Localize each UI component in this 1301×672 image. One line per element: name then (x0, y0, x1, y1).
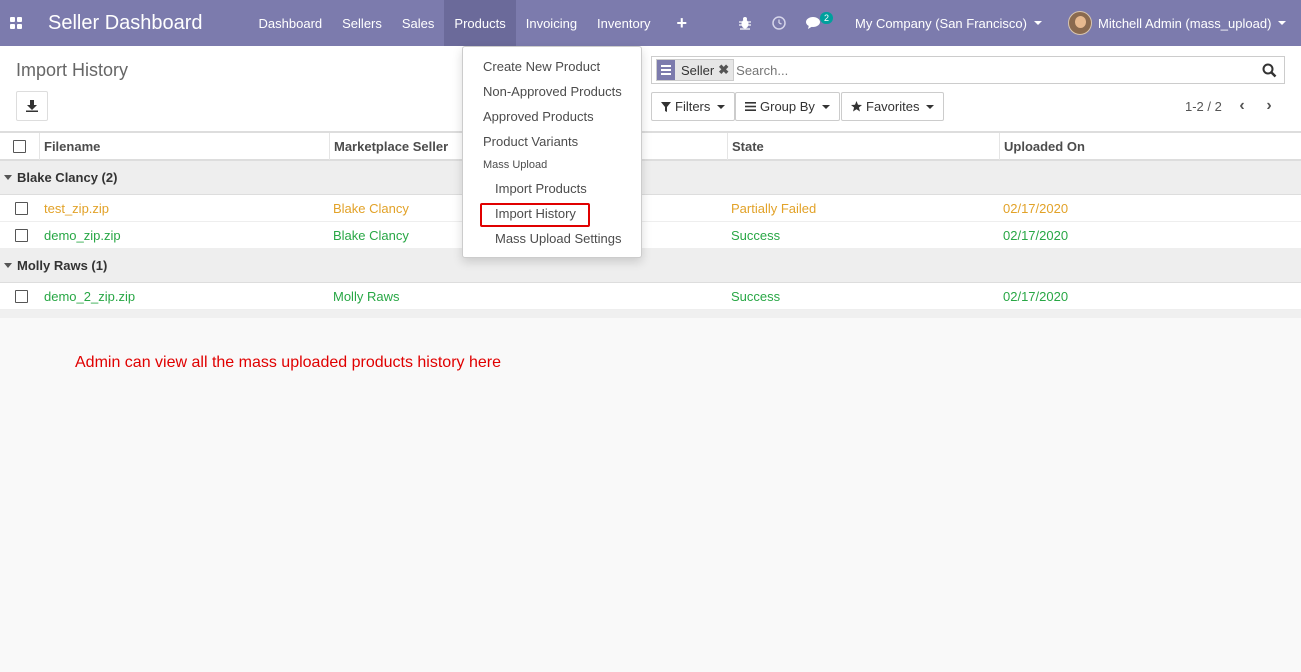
list-icon (745, 102, 756, 111)
row-checkbox[interactable] (15, 283, 28, 310)
caret-down-icon (4, 263, 12, 268)
table-footer (0, 310, 1301, 318)
caret-down-icon (1278, 21, 1287, 25)
filter-icon (661, 101, 671, 112)
messages-icon[interactable]: 2 (806, 0, 834, 46)
favorites-label: Favorites (866, 99, 920, 114)
cell-state: Success (731, 289, 781, 304)
filters-button[interactable]: Filters (651, 92, 736, 121)
menu-item-approved-products[interactable]: Approved Products (463, 104, 641, 129)
cell-uploaded-on: 02/17/2020 (1003, 201, 1069, 216)
caret-down-icon (717, 104, 726, 109)
nav-sales[interactable]: Sales (392, 0, 445, 46)
group-by-button[interactable]: Group By (735, 92, 840, 121)
top-navbar: Seller Dashboard Dashboard Sellers Sales… (0, 0, 1301, 46)
search-bar: Seller ✖ (651, 56, 1285, 84)
cell-filename: demo_zip.zip (44, 228, 121, 243)
page-title: Import History (16, 60, 129, 80)
control-panel: Import History Seller ✖ Filters Group By… (0, 46, 1301, 132)
column-filename[interactable]: Filename (39, 133, 329, 160)
cell-seller: Blake Clancy (333, 201, 409, 216)
table-row[interactable]: demo_zip.zip Blake Clancy Success 02/17/… (0, 222, 1301, 249)
products-dropdown-menu: Create New Product Non-Approved Products… (462, 46, 642, 258)
group-row-molly-raws[interactable]: Molly Raws (1) (0, 249, 1301, 283)
menu-item-product-variants[interactable]: Product Variants (463, 129, 641, 154)
nav-products[interactable]: Products (444, 0, 516, 46)
caret-down-icon (926, 104, 935, 109)
user-name: Mitchell Admin (mass_upload) (1098, 15, 1272, 31)
company-switcher[interactable]: My Company (San Francisco) (855, 0, 1042, 46)
column-state[interactable]: State (727, 133, 999, 160)
nav-invoicing[interactable]: Invoicing (516, 0, 587, 46)
row-checkbox[interactable] (15, 195, 28, 222)
caret-down-icon (4, 175, 12, 180)
menu-item-mass-upload-settings[interactable]: Mass Upload Settings (463, 226, 641, 251)
search-facet: Seller ✖ (656, 59, 735, 81)
cell-seller: Blake Clancy (333, 228, 409, 243)
menu-item-non-approved-products[interactable]: Non-Approved Products (463, 79, 641, 104)
group-by-icon (657, 60, 675, 80)
cell-uploaded-on: 02/17/2020 (1003, 228, 1069, 243)
cell-state: Partially Failed (731, 201, 817, 216)
favorites-button[interactable]: Favorites (841, 92, 945, 121)
nav-dashboard[interactable]: Dashboard (249, 0, 333, 46)
download-icon (26, 100, 38, 112)
download-button[interactable] (16, 91, 48, 121)
facet-label: Seller (681, 62, 715, 78)
filters-label: Filters (675, 99, 711, 114)
caret-down-icon (1033, 21, 1042, 25)
group-row-blake-clancy[interactable]: Blake Clancy (2) (0, 161, 1301, 195)
avatar (1068, 11, 1092, 35)
menu-item-import-history[interactable]: Import History (463, 201, 641, 226)
app-title: Seller Dashboard (48, 11, 203, 34)
cell-state: Success (731, 228, 781, 243)
messages-badge: 2 (820, 12, 834, 24)
bug-icon[interactable] (738, 0, 752, 46)
annotation-note: Admin can view all the mass uploaded pro… (75, 354, 501, 371)
company-name: My Company (San Francisco) (855, 15, 1027, 31)
table-row[interactable]: demo_2_zip.zip Molly Raws Success 02/17/… (0, 283, 1301, 310)
menu-item-import-products[interactable]: Import Products (463, 176, 641, 201)
group-title: Molly Raws (1) (17, 258, 108, 273)
row-checkbox[interactable] (15, 222, 28, 249)
star-icon (851, 101, 862, 112)
group-by-label: Group By (760, 99, 815, 114)
user-menu[interactable]: Mitchell Admin (mass_upload) (1068, 0, 1287, 46)
table-row[interactable]: test_zip.zip Blake Clancy Partially Fail… (0, 195, 1301, 222)
plus-icon[interactable]: + (661, 0, 704, 46)
import-history-table: Filename Marketplace Seller State Upload… (0, 132, 1301, 318)
cell-filename: test_zip.zip (44, 201, 110, 216)
column-uploaded-on[interactable]: Uploaded On (999, 133, 1301, 160)
cell-filename: demo_2_zip.zip (44, 289, 136, 304)
select-all-checkbox[interactable] (0, 133, 39, 160)
nav-inventory[interactable]: Inventory (587, 0, 660, 46)
search-input[interactable] (736, 58, 1258, 82)
caret-down-icon (821, 104, 830, 109)
pager-value[interactable]: 1-2 / 2 (1185, 99, 1222, 114)
table-header: Filename Marketplace Seller State Upload… (0, 132, 1301, 161)
nav-sellers[interactable]: Sellers (332, 0, 392, 46)
activity-clock-icon[interactable] (772, 0, 786, 46)
apps-menu-icon[interactable] (0, 0, 32, 46)
pager-next-icon[interactable]: › (1259, 93, 1279, 119)
pager-previous-icon[interactable]: ‹ (1232, 93, 1252, 119)
cell-uploaded-on: 02/17/2020 (1003, 289, 1069, 304)
facet-remove-icon[interactable]: ✖ (718, 62, 733, 78)
group-title: Blake Clancy (2) (17, 170, 118, 185)
menu-section-mass-upload: Mass Upload (483, 159, 548, 171)
search-icon[interactable] (1258, 59, 1280, 81)
menu-item-create-new-product[interactable]: Create New Product (463, 54, 641, 79)
cell-seller: Molly Raws (333, 289, 400, 304)
